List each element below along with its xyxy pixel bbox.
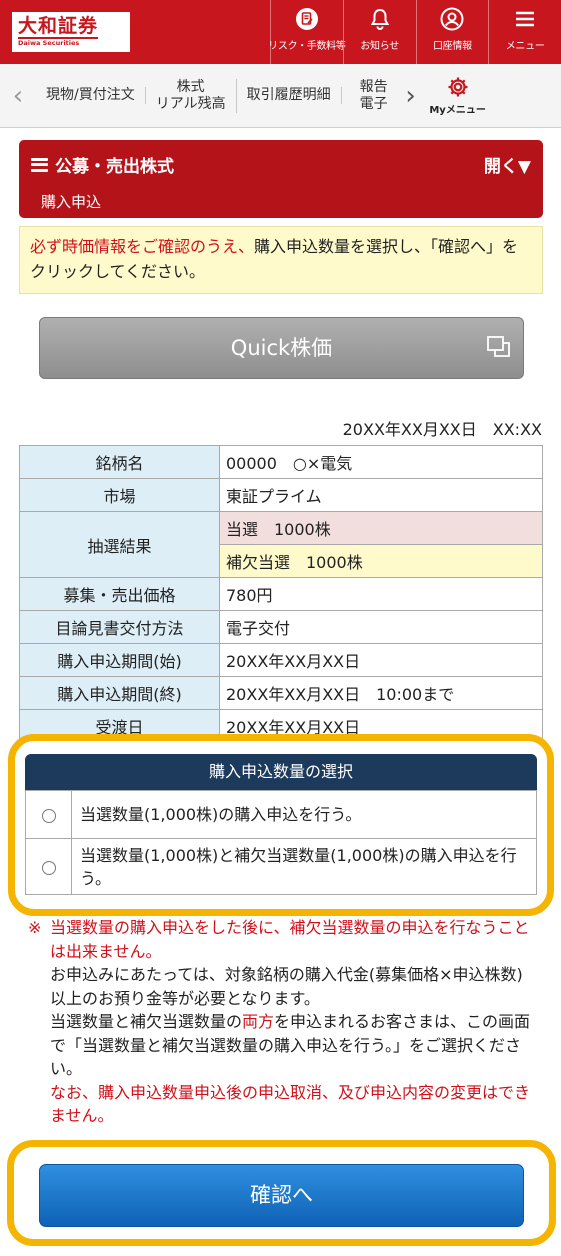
note-line-4: なお、購入申込数量申込後の申込取消、及び申込内容の変更はできません。 bbox=[50, 1082, 531, 1126]
offering-info-table: 銘柄名 00000 ○×電気 市場 東証プライム 抽選結果 当選 1000株 補… bbox=[19, 445, 543, 743]
user-icon bbox=[440, 7, 464, 31]
table-row: 市場 東証プライム bbox=[19, 478, 543, 512]
notes-section: ※ 当選数量の購入申込をした後に、補欠当選数量の申込を行なうことは出来ません。 … bbox=[28, 916, 538, 1128]
account-info-button[interactable]: 口座情報 bbox=[415, 0, 489, 64]
note-line-3-a: 当選数量と補欠当選数量の bbox=[50, 1012, 243, 1031]
risk-fees-button[interactable]: リスク・手数料等 bbox=[268, 0, 346, 64]
label-prospectus-delivery: 目論見書交付方法 bbox=[19, 610, 220, 644]
quantity-options-table: 当選数量(1,000株)の購入申込を行う。 当選数量(1,000株)と補欠当選数… bbox=[25, 790, 537, 895]
radio-won-and-substitute[interactable] bbox=[41, 860, 56, 875]
app-header: 大和証券 Daiwa Securities リスク・手数料等 お知らせ 口座情報 bbox=[0, 0, 561, 64]
nav-item-label: 報告 電子 bbox=[359, 78, 388, 112]
section-title-text: 公募・売出株式 bbox=[55, 157, 174, 177]
nav-item-electronic-report[interactable]: 報告 電子 bbox=[342, 79, 398, 113]
my-menu-button[interactable]: Myメニュー bbox=[424, 75, 492, 116]
nav-item-transaction-history[interactable]: 取引履歴明細 bbox=[237, 87, 342, 104]
note-line-3: 当選数量と補欠当選数量の両方を申込まれるお客さまは、この画面で「当選数量と補欠当… bbox=[28, 1010, 538, 1081]
list-icon bbox=[31, 157, 48, 172]
quick-nav: ‹ 現物/買付注文 株式 リアル残高 取引履歴明細 報告 電子 › Myメニュー bbox=[0, 64, 561, 128]
table-row: 銘柄名 00000 ○×電気 bbox=[19, 445, 543, 479]
note-line-3-red: 両方 bbox=[242, 1012, 275, 1031]
notices-button[interactable]: お知らせ bbox=[342, 0, 416, 64]
account-info-label: 口座情報 bbox=[432, 41, 472, 52]
table-row: 抽選結果 当選 1000株 bbox=[19, 511, 543, 578]
quick-price-label: Quick株価 bbox=[230, 336, 333, 360]
value-market: 東証プライム bbox=[219, 478, 543, 512]
radio-cell[interactable] bbox=[25, 838, 72, 895]
value-offer-price: 780円 bbox=[219, 577, 543, 611]
daiwa-logo[interactable]: 大和証券 Daiwa Securities bbox=[12, 12, 130, 52]
note-line-2: お申込みにあたっては、対象銘柄の購入代金(募集価格×申込株数)以上のお預り金等が… bbox=[50, 965, 523, 1008]
section-header: 公募・売出株式 開く▼ 購入申込 bbox=[19, 140, 543, 218]
nav-prev-arrow-icon[interactable]: ‹ bbox=[0, 81, 36, 111]
label-period-start: 購入申込期間(始) bbox=[19, 643, 220, 677]
value-lottery-substitute: 補欠当選 1000株 bbox=[219, 544, 543, 578]
table-row: 募集・売出価格 780円 bbox=[19, 577, 543, 611]
notices-label: お知らせ bbox=[360, 41, 399, 52]
value-period-start: 20XX年XX月XX日 bbox=[219, 643, 543, 677]
notice-warning-text: 必ず時価情報をご確認のうえ、 bbox=[30, 237, 255, 256]
risk-fees-label: リスク・手数料等 bbox=[268, 41, 346, 52]
note-mark: ※ bbox=[28, 918, 42, 937]
bell-icon bbox=[370, 8, 389, 30]
label-lottery-result: 抽選結果 bbox=[19, 511, 220, 578]
nav-next-arrow-icon[interactable]: › bbox=[398, 81, 424, 111]
logo-area[interactable]: 大和証券 Daiwa Securities bbox=[0, 0, 270, 64]
table-row: 目論見書交付方法 電子交付 bbox=[19, 610, 543, 644]
table-row: 購入申込期間(終) 20XX年XX月XX日 10:00まで bbox=[19, 676, 543, 710]
confirm-panel: 確認へ bbox=[7, 1140, 556, 1246]
nav-item-spot-buy-order[interactable]: 現物/買付注文 bbox=[36, 87, 146, 104]
section-title: 公募・売出株式 bbox=[31, 152, 174, 177]
nav-item-label: 株式 リアル残高 bbox=[155, 78, 226, 112]
nav-item-label: 取引履歴明細 bbox=[246, 87, 331, 103]
logo-en-text: Daiwa Securities bbox=[18, 39, 80, 47]
value-period-end: 20XX年XX月XX日 10:00まで bbox=[219, 676, 543, 710]
confirm-button[interactable]: 確認へ bbox=[39, 1164, 524, 1227]
label-offer-price: 募集・売出価格 bbox=[19, 577, 220, 611]
nav-item-label: 現物/買付注文 bbox=[46, 87, 135, 103]
hamburger-icon bbox=[516, 11, 535, 27]
nav-item-stock-balance[interactable]: 株式 リアル残高 bbox=[146, 78, 237, 113]
value-issue-name: 00000 ○×電気 bbox=[219, 445, 543, 479]
note-line-1: 当選数量の購入申込をした後に、補欠当選数量の申込を行なうことは出来ません。 bbox=[50, 918, 530, 961]
radio-won-only[interactable] bbox=[41, 808, 56, 823]
instruction-notice: 必ず時価情報をご確認のうえ、購入申込数量を選択し、「確認へ」をクリックしてくださ… bbox=[19, 226, 543, 294]
gear-icon bbox=[448, 77, 468, 97]
value-prospectus-delivery: 電子交付 bbox=[219, 610, 543, 644]
menu-button[interactable]: メニュー bbox=[488, 0, 561, 64]
quantity-selection-panel: 購入申込数量の選択 当選数量(1,000株)の購入申込を行う。 当選数量(1,0… bbox=[8, 734, 554, 916]
timestamp: 20XX年XX月XX日 XX:XX bbox=[342, 420, 542, 439]
my-menu-label: Myメニュー bbox=[429, 105, 486, 116]
document-icon bbox=[295, 8, 318, 30]
value-lottery-won: 当選 1000株 bbox=[219, 511, 543, 545]
quick-price-button[interactable]: Quick株価 bbox=[39, 317, 524, 379]
label-issue-name: 銘柄名 bbox=[19, 445, 220, 479]
label-market: 市場 bbox=[19, 478, 220, 512]
external-window-icon bbox=[487, 336, 510, 357]
option-won-and-substitute-label[interactable]: 当選数量(1,000株)と補欠当選数量(1,000株)の購入申込を行う。 bbox=[71, 838, 537, 895]
quantity-selection-header: 購入申込数量の選択 bbox=[25, 754, 537, 790]
logo-jp-text: 大和証券 bbox=[18, 15, 99, 39]
option-won-only-label[interactable]: 当選数量(1,000株)の購入申込を行う。 bbox=[71, 790, 537, 839]
menu-label: メニュー bbox=[505, 41, 545, 52]
open-toggle-button[interactable]: 開く▼ bbox=[484, 152, 531, 177]
table-row: 購入申込期間(始) 20XX年XX月XX日 bbox=[19, 643, 543, 677]
quantity-option-row[interactable]: 当選数量(1,000株)の購入申込を行う。 bbox=[25, 790, 537, 839]
label-period-end: 購入申込期間(終) bbox=[19, 676, 220, 710]
quantity-option-row[interactable]: 当選数量(1,000株)と補欠当選数量(1,000株)の購入申込を行う。 bbox=[25, 838, 537, 895]
section-subtitle: 購入申込 bbox=[41, 193, 102, 211]
radio-cell[interactable] bbox=[25, 790, 72, 839]
